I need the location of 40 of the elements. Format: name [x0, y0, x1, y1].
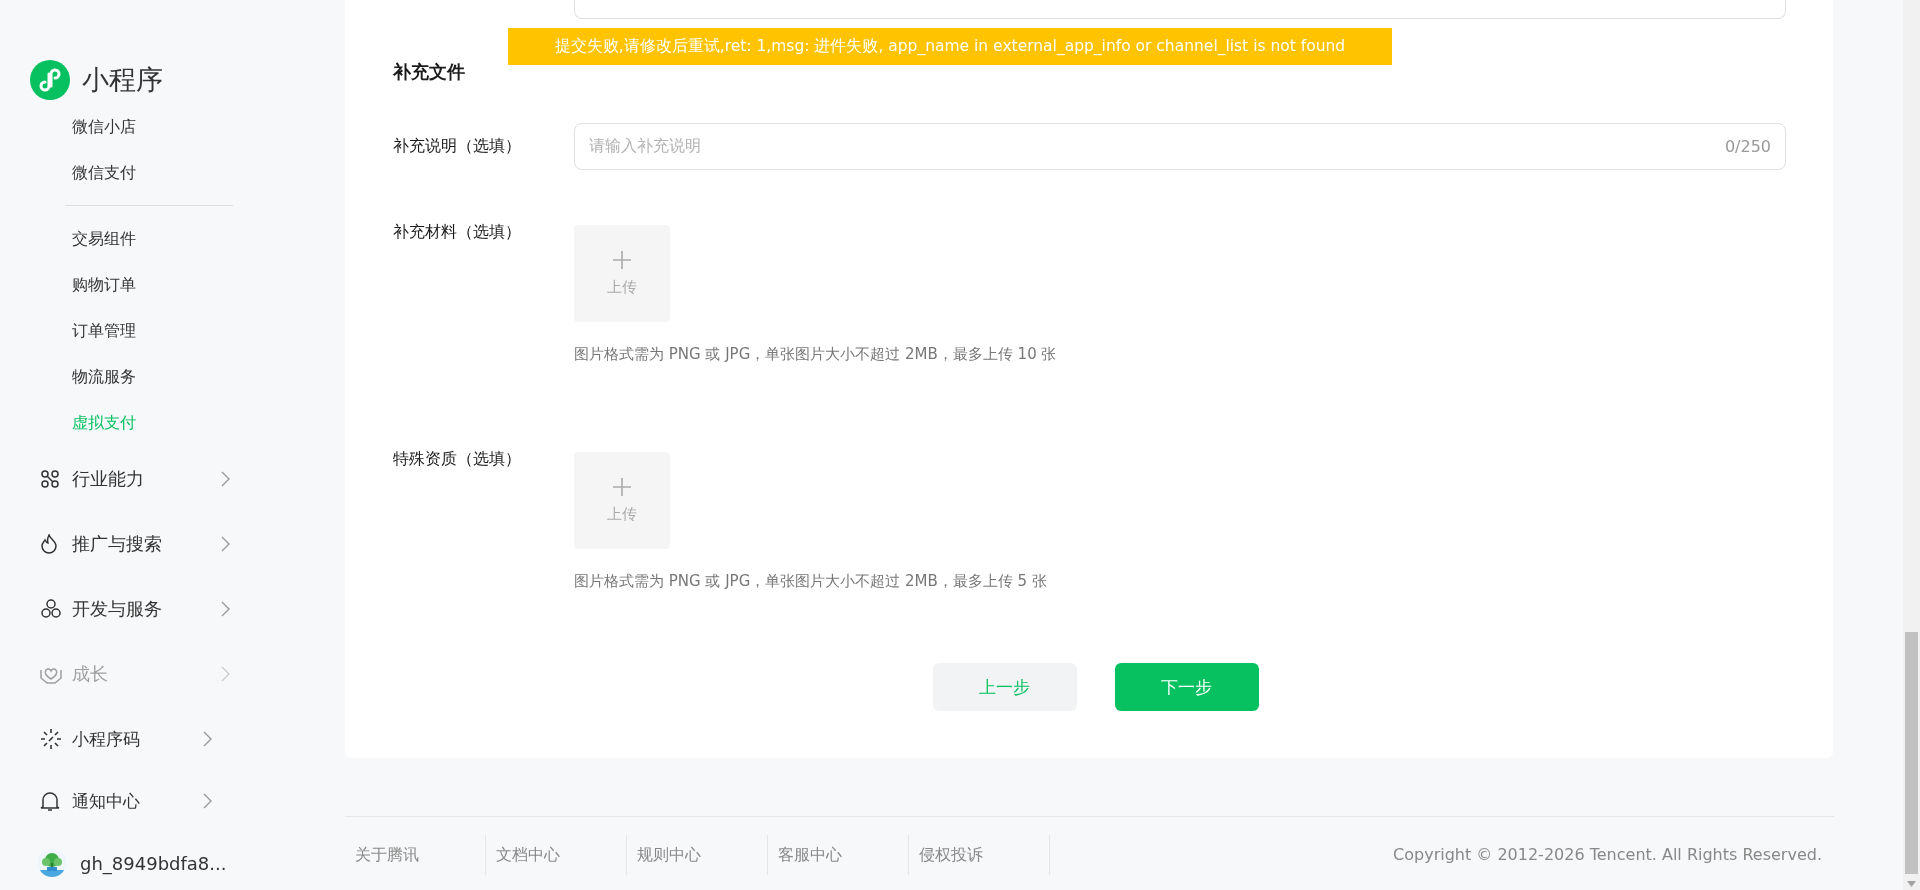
field-label: 补充材料（选填） — [393, 221, 522, 243]
sparkle-icon — [40, 728, 62, 750]
chevron-right-icon — [221, 535, 230, 552]
section-title: 补充文件 — [393, 60, 466, 84]
upload-hint: 图片格式需为 PNG 或 JPG，单张图片大小不超过 2MB，最多上传 5 张 — [574, 571, 1047, 591]
input-field[interactable] — [574, 0, 1786, 19]
chevron-right-icon — [203, 731, 212, 747]
chevron-right-icon — [221, 470, 230, 487]
field-label: 特殊资质（选填） — [393, 448, 522, 470]
sidebar-item[interactable]: 微信小店 — [72, 117, 136, 136]
field-label: 补充说明（选填） — [393, 136, 522, 157]
sidebar-item[interactable]: 小程序码 — [0, 708, 345, 770]
circles-icon — [40, 598, 62, 619]
chevron-right-icon — [203, 793, 212, 809]
app-logo-icon — [30, 60, 70, 100]
sidebar-item[interactable]: 购物订单 — [72, 275, 136, 294]
placeholder-text: 请输入补充说明 — [589, 136, 702, 157]
plus-icon — [612, 477, 632, 497]
sidebar-item[interactable]: 物流服务 — [72, 367, 136, 386]
sidebar-item[interactable]: 订单管理 — [72, 321, 136, 340]
sidebar-item[interactable]: 微信支付 — [72, 163, 136, 182]
copyright-text: Copyright © 2012-2026 Tencent. All Rights Reserved. — [1393, 845, 1822, 864]
sidebar-section[interactable]: 推广与搜索 — [0, 511, 345, 576]
character-counter: 0/250 — [1724, 137, 1771, 156]
nodes-icon — [40, 468, 60, 489]
error-toast: 提交失败,请修改后重试,ret: 1,msg: 进件失败, app_name in external_app_info or channel_list is not found — [508, 28, 1392, 65]
sidebar-item[interactable]: 交易组件 — [72, 229, 136, 248]
chevron-right-icon — [221, 600, 230, 617]
flame-icon — [40, 533, 58, 554]
upload-hint: 图片格式需为 PNG 或 JPG，单张图片大小不超过 2MB，最多上传 10 张 — [574, 344, 1057, 364]
plus-icon — [612, 250, 632, 270]
chevron-right-icon — [221, 665, 230, 682]
app-title: 小程序 — [82, 63, 163, 97]
sidebar-section[interactable]: 行业能力 — [0, 446, 345, 511]
scrollbar-thumb[interactable] — [1905, 632, 1918, 874]
sidebar-item[interactable]: 通知中心 — [0, 770, 345, 832]
sidebar-section[interactable]: 开发与服务 — [0, 576, 345, 641]
bell-icon — [40, 790, 60, 812]
account-menu[interactable]: gh_8949bdfa8... — [0, 832, 345, 890]
scroll-down-icon[interactable] — [1907, 881, 1916, 887]
